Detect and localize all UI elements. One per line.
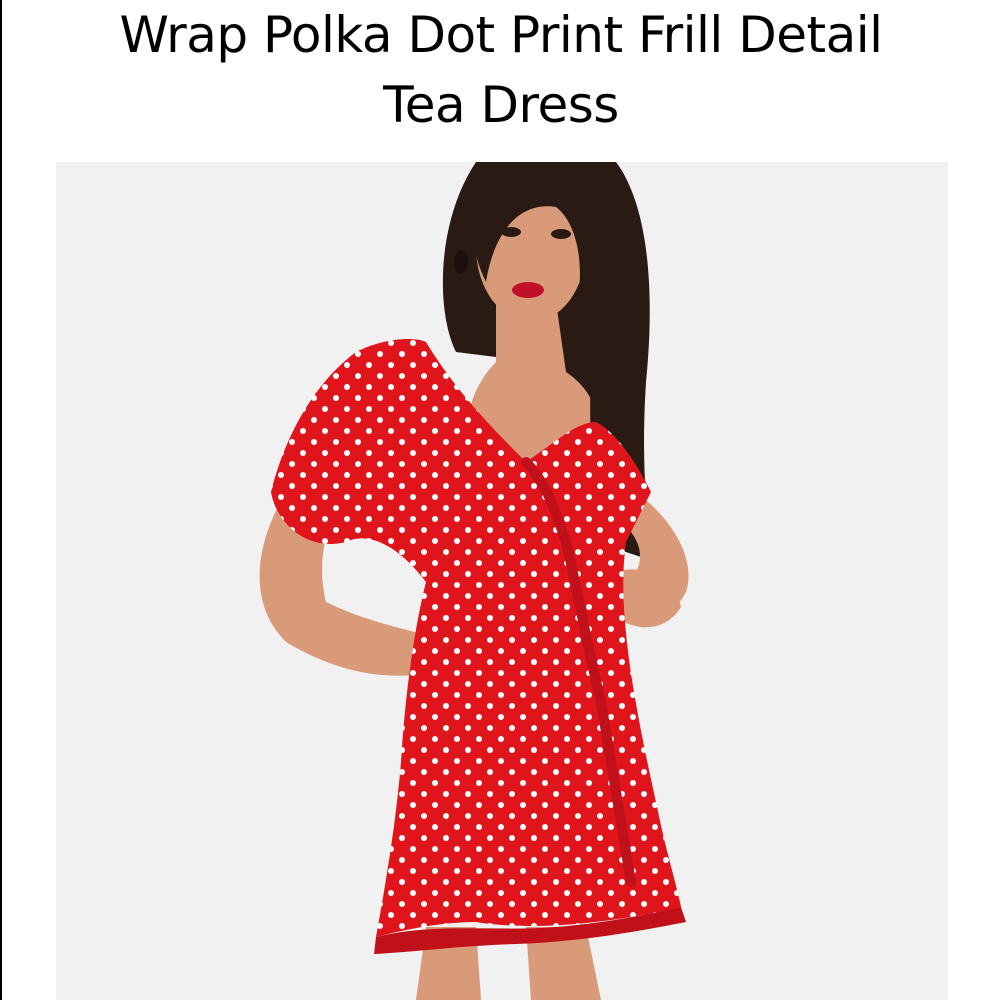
- product-image[interactable]: [56, 162, 948, 1000]
- product-title-line1: Wrap Polka Dot Print Frill Detail: [119, 6, 883, 64]
- product-title-line2: Tea Dress: [383, 76, 619, 134]
- product-title: Wrap Polka Dot Print Frill Detail Tea Dr…: [2, 0, 1000, 140]
- dress-illustration: [56, 162, 948, 1000]
- product-page: Wrap Polka Dot Print Frill Detail Tea Dr…: [0, 0, 1000, 1000]
